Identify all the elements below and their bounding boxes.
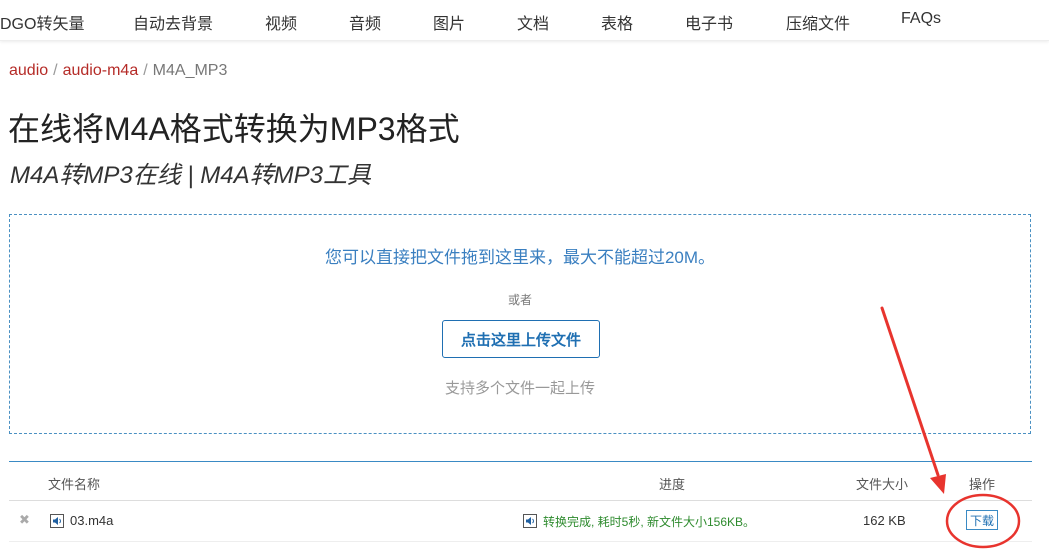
header-filesize: 文件大小 [856, 477, 909, 492]
table-row: ✖ 03.m4a 转换完成, 耗时5秒, 新文件大小156KB。 162 KB … [9, 501, 1032, 542]
file-table: 文件名称 进度 文件大小 操作 ✖ 03.m4a 转换完成, 耗时5秒, 新文件… [9, 461, 1032, 542]
breadcrumb-separator: / [53, 62, 58, 79]
download-button[interactable]: 下载 [966, 510, 998, 530]
file-name: 03.m4a [70, 513, 114, 528]
header-progress: 进度 [659, 477, 686, 492]
nav-item-video[interactable]: 视频 [265, 10, 297, 34]
nav-item-document[interactable]: 文档 [517, 10, 549, 34]
nav-item-spreadsheet[interactable]: 表格 [601, 10, 633, 34]
nav-item-audio[interactable]: 音频 [349, 10, 381, 34]
multi-upload-hint: 支持多个文件一起上传 [444, 380, 595, 397]
nav-item-ebook[interactable]: 电子书 [685, 10, 733, 34]
drop-hint-text: 您可以直接把文件拖到这里来，最大不能超过20M。 [324, 248, 716, 267]
nav-item-image[interactable]: 图片 [433, 10, 465, 34]
breadcrumb-current: M4A_MP3 [152, 62, 228, 79]
header-action: 操作 [969, 477, 996, 492]
nav-item-archive[interactable]: 压缩文件 [786, 10, 850, 34]
audio-file-icon [50, 514, 64, 528]
table-header: 文件名称 进度 文件大小 操作 [9, 462, 1032, 501]
nav-item-dgo-vector[interactable]: DGO转矢量 [0, 10, 84, 34]
nav-item-remove-background[interactable]: 自动去背景 [133, 10, 213, 34]
breadcrumb-separator: / [143, 62, 148, 79]
remove-file-icon[interactable]: ✖ [19, 512, 30, 528]
file-drop-zone[interactable]: 您可以直接把文件拖到这里来，最大不能超过20M。 或者 点击这里上传文件 支持多… [9, 214, 1031, 434]
file-size: 162 KB [863, 513, 906, 528]
top-navigation: DGO转矢量 自动去背景 视频 音频 图片 文档 表格 电子书 压缩文件 FAQ… [0, 0, 1049, 41]
page-title: 在线将M4A格式转换为MP3格式 [8, 111, 460, 147]
audio-result-icon [523, 514, 537, 528]
breadcrumb-link-audio-m4a[interactable]: audio-m4a [63, 62, 139, 79]
breadcrumb: audio / audio-m4a / M4A_MP3 [9, 62, 227, 80]
breadcrumb-link-audio[interactable]: audio [9, 62, 48, 79]
nav-item-faqs[interactable]: FAQs [901, 10, 941, 28]
conversion-status: 转换完成, 耗时5秒, 新文件大小156KB。 [543, 515, 756, 529]
upload-file-button[interactable]: 点击这里上传文件 [442, 320, 600, 358]
header-filename: 文件名称 [48, 477, 101, 492]
or-text: 或者 [507, 293, 532, 307]
page-subtitle: M4A转MP3在线 | M4A转MP3工具 [10, 162, 371, 189]
